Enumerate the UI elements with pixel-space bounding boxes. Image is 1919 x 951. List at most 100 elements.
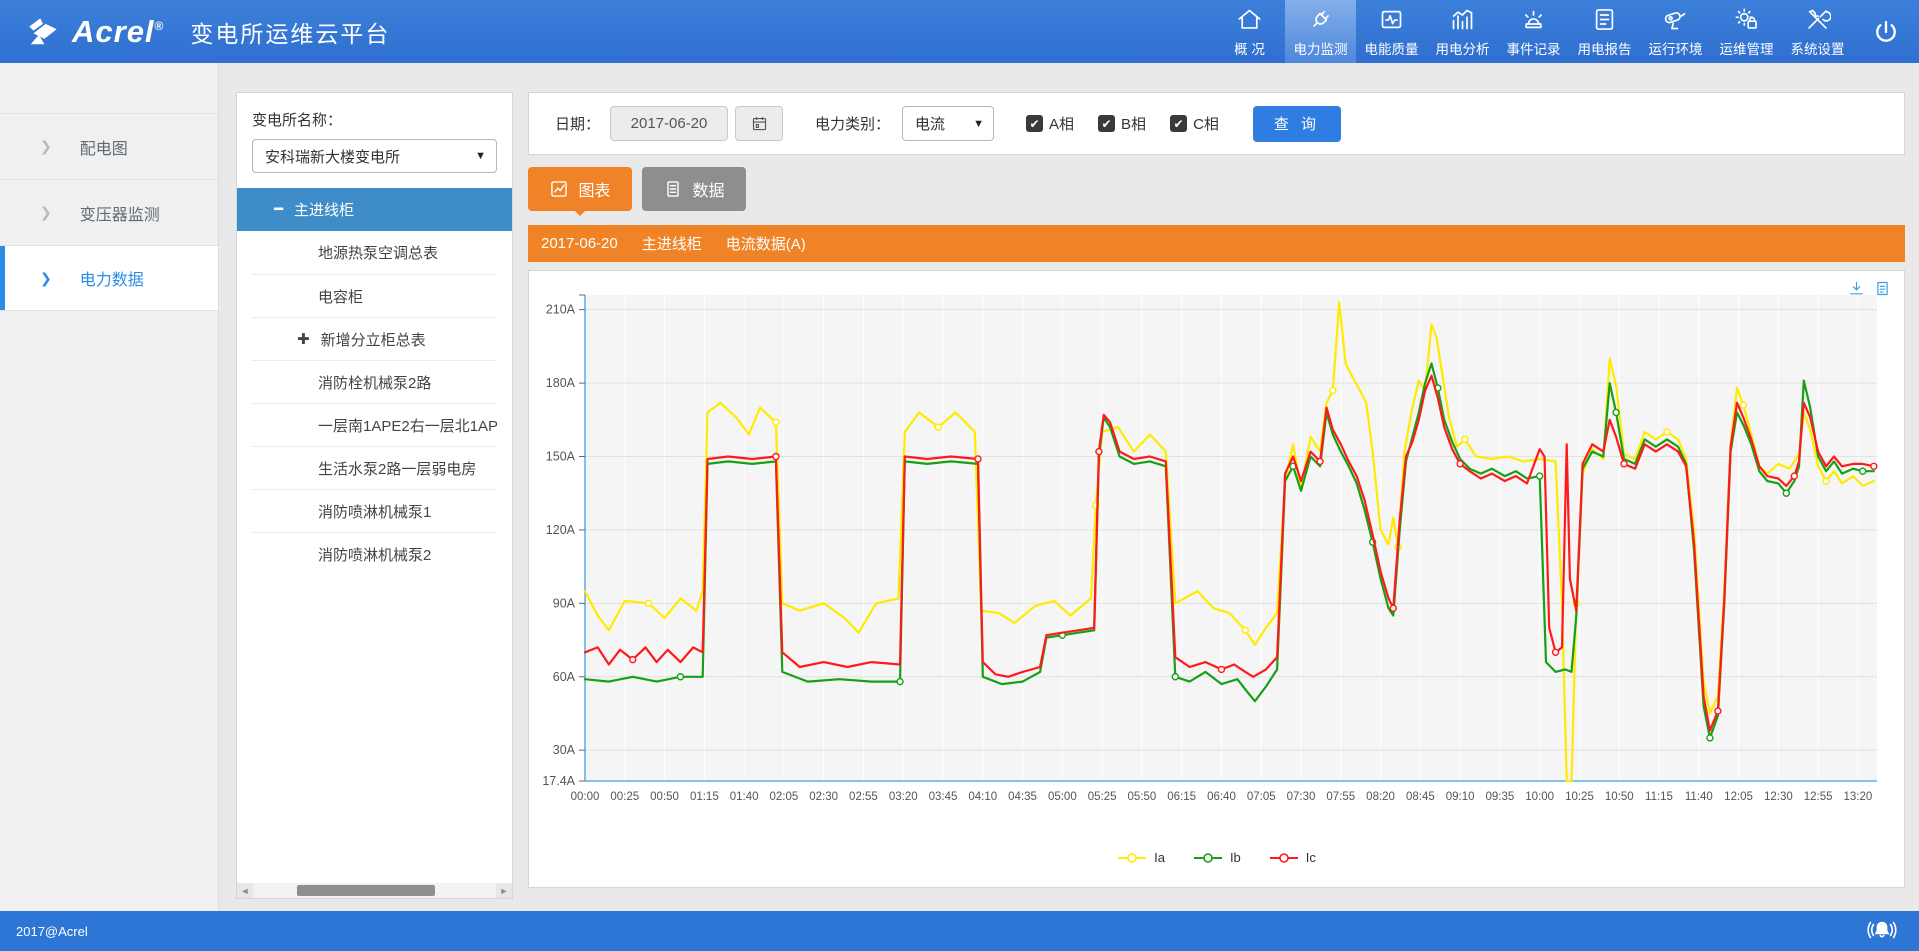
station-select-label: 变电所名称：: [252, 109, 497, 130]
chart-plot-area[interactable]: 17.4A30A60A90A120A150A180A210A00:0000:25…: [537, 287, 1897, 812]
svg-text:01:40: 01:40: [730, 791, 759, 803]
svg-text:10:50: 10:50: [1605, 791, 1634, 803]
tree-node-sprinkler-pump-1[interactable]: 消防喷淋机械泵1: [252, 489, 497, 532]
scrollbar-thumb[interactable]: [297, 885, 436, 896]
page-title: 变电所运维云平台: [190, 15, 390, 49]
tree-node-main-incoming-cabinet[interactable]: ━ 主进线柜: [237, 188, 512, 231]
banner-date: 2017-06-20: [541, 235, 618, 252]
collapse-minus-icon[interactable]: ━: [274, 202, 283, 217]
svg-text:150A: 150A: [546, 450, 576, 464]
svg-text:01:15: 01:15: [690, 791, 719, 803]
tab-chart[interactable]: 图表: [528, 167, 632, 211]
legend-marker-icon: [1117, 852, 1147, 864]
nav-item-power-quality[interactable]: 电能质量: [1356, 0, 1427, 63]
date-input[interactable]: 2017-06-20: [610, 106, 728, 141]
svg-text:04:10: 04:10: [968, 791, 997, 803]
station-select[interactable]: 安科瑞新大楼变电所 ▼: [252, 139, 497, 173]
tree-node-water-pump[interactable]: 生活水泵2路一层弱电房: [252, 446, 497, 489]
alarm-bell-button[interactable]: [1867, 918, 1897, 944]
chevron-right-icon: ❯: [40, 204, 52, 221]
app-footer: 2017@Acrel: [0, 911, 1919, 951]
svg-text:11:15: 11:15: [1645, 791, 1673, 803]
svg-text:02:55: 02:55: [849, 791, 878, 803]
cctv-camera-icon: [1662, 6, 1689, 33]
legend-item-ia[interactable]: Ia: [1117, 850, 1165, 865]
nav-item-power-monitoring[interactable]: 电力监测: [1285, 0, 1356, 63]
svg-text:08:45: 08:45: [1406, 791, 1435, 803]
view-tabs: 图表 数据: [528, 167, 1905, 211]
svg-text:180A: 180A: [546, 376, 576, 390]
svg-text:00:00: 00:00: [571, 791, 600, 803]
svg-text:07:30: 07:30: [1287, 791, 1316, 803]
tab-data[interactable]: 数据: [642, 167, 746, 211]
query-button[interactable]: 查 询: [1253, 106, 1341, 142]
gear-lock-icon: [1733, 6, 1760, 33]
scroll-right-button[interactable]: ►: [496, 883, 512, 898]
waveform-monitor-icon: [1378, 6, 1405, 33]
svg-text:04:35: 04:35: [1008, 791, 1037, 803]
nav-item-system-settings[interactable]: 系统设置: [1782, 0, 1853, 63]
svg-text:09:10: 09:10: [1446, 791, 1475, 803]
calendar-icon: [751, 115, 768, 132]
nav-item-event-log[interactable]: 事件记录: [1498, 0, 1569, 63]
sidebar-item-power-data[interactable]: ❯ 电力数据: [0, 245, 218, 311]
svg-text:02:30: 02:30: [809, 791, 838, 803]
registered-mark: ®: [155, 19, 165, 33]
svg-text:12:05: 12:05: [1724, 791, 1753, 803]
expand-plus-icon[interactable]: ✚: [297, 332, 310, 347]
date-label: 日期：: [555, 113, 600, 134]
svg-text:07:55: 07:55: [1326, 791, 1355, 803]
tree-node-capacitor-cabinet[interactable]: 电容柜: [252, 274, 497, 317]
main-nav: 概 况 电力监测 电能质量 用电分析 事件记录 用电报告 运行环境 运维管理: [1214, 0, 1919, 63]
power-type-select[interactable]: 电流 ▼: [902, 106, 994, 141]
phase-c-checkbox[interactable]: ✔ C相: [1170, 113, 1219, 134]
svg-text:07:05: 07:05: [1247, 791, 1276, 803]
nav-item-overview[interactable]: 概 况: [1214, 0, 1285, 63]
nav-item-usage-analysis[interactable]: 用电分析: [1427, 0, 1498, 63]
tree-node-fire-pump-2[interactable]: 消防栓机械泵2路: [252, 360, 497, 403]
caret-down-icon: ▼: [475, 150, 486, 162]
svg-text:60A: 60A: [553, 670, 576, 684]
nav-item-environment[interactable]: 运行环境: [1640, 0, 1711, 63]
copyright-text: 2017@Acrel: [16, 924, 88, 939]
svg-text:10:25: 10:25: [1565, 791, 1594, 803]
svg-text:210A: 210A: [546, 303, 576, 317]
home-icon: [1236, 6, 1263, 33]
phase-b-checkbox[interactable]: ✔ B相: [1098, 113, 1146, 134]
nav-item-ops-management[interactable]: 运维管理: [1711, 0, 1782, 63]
tree-node-1ape2-1ape1[interactable]: 一层南1APE2右一层北1APE1左: [252, 403, 497, 446]
svg-text:06:40: 06:40: [1207, 791, 1236, 803]
calendar-button[interactable]: [735, 106, 783, 141]
sidebar-item-transformer-monitoring[interactable]: ❯ 变压器监测: [0, 179, 218, 245]
legend-item-ib[interactable]: Ib: [1193, 850, 1241, 865]
svg-text:17.4A: 17.4A: [542, 774, 575, 788]
sidebar-item-distribution-diagram[interactable]: ❯ 配电图: [0, 113, 218, 179]
app-header: Acrel® 变电所运维云平台 概 况 电力监测 电能质量 用电分析 事件记录 …: [0, 0, 1919, 63]
logo-area: Acrel® 变电所运维云平台: [0, 0, 390, 63]
legend-marker-icon: [1269, 852, 1299, 864]
checkbox-checked-icon: ✔: [1098, 115, 1115, 132]
data-document-icon: [663, 179, 683, 199]
scroll-left-button[interactable]: ◄: [237, 883, 253, 898]
svg-text:10:00: 10:00: [1525, 791, 1554, 803]
station-panel: 变电所名称： 安科瑞新大楼变电所 ▼ ━ 主进线柜 地源热泵空调总表 电容柜: [236, 92, 513, 899]
tree-node-heat-pump-meter[interactable]: 地源热泵空调总表: [252, 231, 497, 274]
phase-a-checkbox[interactable]: ✔ A相: [1026, 113, 1074, 134]
svg-text:09:35: 09:35: [1486, 791, 1515, 803]
line-chart-icon: [549, 179, 569, 199]
nav-item-usage-report[interactable]: 用电报告: [1569, 0, 1640, 63]
legend-item-ic[interactable]: Ic: [1269, 850, 1316, 865]
tree-node-sprinkler-pump-2[interactable]: 消防喷淋机械泵2: [252, 532, 497, 575]
caret-down-icon: ▼: [973, 118, 984, 130]
banner-metric: 电流数据(A): [726, 233, 806, 254]
svg-text:05:00: 05:00: [1048, 791, 1077, 803]
report-document-icon: [1591, 6, 1618, 33]
tree-node-new-cabinet-meter[interactable]: ✚ 新增分立柜总表: [252, 317, 497, 360]
logout-button[interactable]: [1853, 0, 1919, 63]
svg-text:08:20: 08:20: [1366, 791, 1395, 803]
alarm-beacon-icon: [1520, 6, 1547, 33]
svg-text:03:20: 03:20: [889, 791, 918, 803]
svg-text:06:15: 06:15: [1167, 791, 1196, 803]
bell-icon: [1867, 918, 1897, 944]
legend-marker-icon: [1193, 852, 1223, 864]
